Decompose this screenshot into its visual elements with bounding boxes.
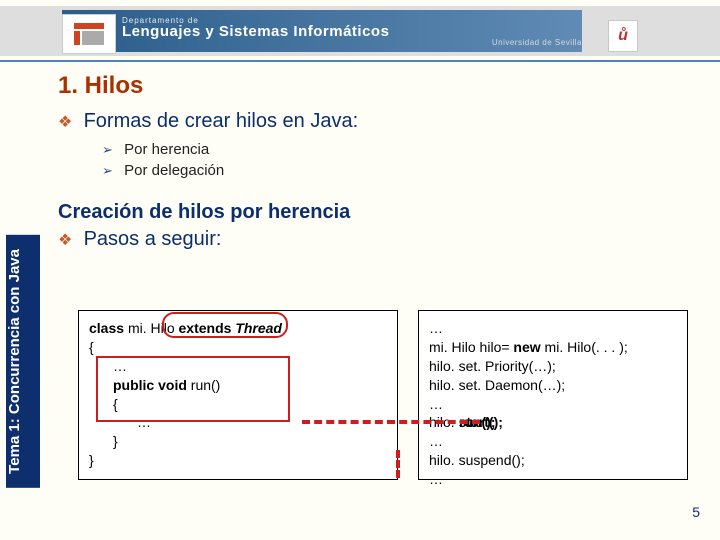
code-line: … <box>429 470 677 489</box>
code-line: hilo. start(); run(); <box>429 413 677 432</box>
diamond-icon: ❖ <box>58 112 78 132</box>
code-line: hilo. set. Daemon(…); <box>429 376 677 395</box>
code-line: } <box>89 432 387 451</box>
code-line: … <box>89 413 387 432</box>
slide: Departamento de Lenguajes y Sistemas Inf… <box>0 0 720 540</box>
code-block-left: class mi. Hilo extends Thread { … public… <box>78 310 398 480</box>
code-line: } <box>89 451 387 470</box>
content-area: ❖ Formas de crear hilos en Java: ➢ Por h… <box>58 110 698 257</box>
code-line: { <box>89 395 387 414</box>
bullet-formas: ❖ Formas de crear hilos en Java: <box>58 110 698 133</box>
bullet-text: Por delegación <box>124 162 224 179</box>
code-line: … <box>429 432 677 451</box>
code-line: mi. Hilo hilo= new mi. Hilo(. . . ); <box>429 338 677 357</box>
header-banner: Departamento de Lenguajes y Sistemas Inf… <box>62 10 582 52</box>
code-line: class mi. Hilo extends Thread <box>89 319 387 338</box>
code-line: … <box>429 395 677 414</box>
sidebar-label: Tema 1: Concurrencia con Java <box>6 235 40 488</box>
header-bar: Departamento de Lenguajes y Sistemas Inf… <box>0 6 720 56</box>
bullet-herencia: ➢ Por herencia <box>102 139 698 160</box>
code-line: hilo. suspend(); <box>429 451 677 470</box>
code-line: hilo. set. Priority(…); <box>429 357 677 376</box>
bullet-text: Pasos a seguir: <box>84 228 222 250</box>
triangle-icon: ➢ <box>102 162 120 180</box>
slide-title: 1. Hilos <box>58 72 143 100</box>
subheader-creacion: Creación de hilos por herencia <box>58 201 698 224</box>
code-line: { <box>89 338 387 357</box>
bullet-text: Por herencia <box>124 141 209 158</box>
diamond-icon: ❖ <box>58 230 78 250</box>
code-line: public void run() <box>89 376 387 395</box>
code-block-right: … mi. Hilo hilo= new mi. Hilo(. . . ); h… <box>418 310 688 480</box>
logo-right-icon: ů <box>608 20 638 52</box>
page-number: 5 <box>692 504 700 520</box>
triangle-icon: ➢ <box>102 141 120 159</box>
bullet-pasos: ❖ Pasos a seguir: <box>58 228 698 251</box>
bullet-delegacion: ➢ Por delegación <box>102 160 698 181</box>
header-uni: Universidad de Sevilla <box>122 38 582 47</box>
code-line: … <box>89 357 387 376</box>
logo-left-icon <box>62 14 116 54</box>
bullet-text: Formas de crear hilos en Java: <box>84 110 359 132</box>
code-line: … <box>429 319 677 338</box>
divider <box>0 60 720 62</box>
